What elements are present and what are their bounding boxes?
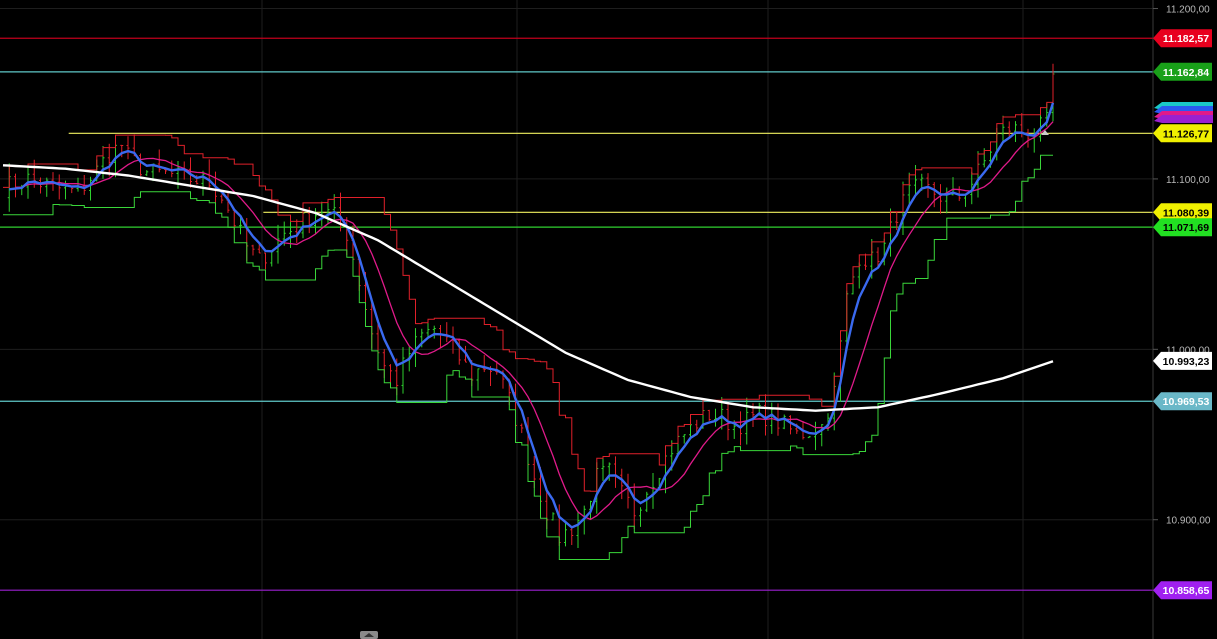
y-tick-label: 11.100,00 xyxy=(1166,175,1210,186)
price-tag-label: 10.993,23 xyxy=(1163,356,1210,368)
price-tag[interactable]: 11.071,69 xyxy=(1153,218,1212,236)
price-chart[interactable]: 11.200,0011.100,0011.000,0010.900,00 11.… xyxy=(0,0,1217,639)
price-tag-label: 10.858,65 xyxy=(1163,585,1210,597)
price-tag[interactable]: 11.182,57 xyxy=(1153,29,1212,47)
price-tag-label: 11.126,77 xyxy=(1163,128,1209,140)
price-tag-label: 11.182,57 xyxy=(1163,33,1209,45)
price-tag-label: 11.162,84 xyxy=(1163,67,1209,79)
price-tag[interactable]: 10.993,23 xyxy=(1153,352,1212,370)
price-tag-label: 11.071,69 xyxy=(1163,222,1209,234)
price-tag[interactable]: 10.969,53 xyxy=(1153,392,1212,410)
price-tag-label: 10.969,53 xyxy=(1163,396,1210,408)
y-tick-label: 11.200,00 xyxy=(1166,5,1210,16)
indicator-marker xyxy=(1154,115,1213,123)
price-tag-label: 11.080,39 xyxy=(1163,207,1209,219)
y-tick-label: 10.900,00 xyxy=(1166,516,1211,527)
price-tag[interactable]: 11.162,84 xyxy=(1153,63,1212,81)
price-tag[interactable]: 11.126,77 xyxy=(1153,124,1212,142)
price-tag[interactable]: 10.858,65 xyxy=(1153,581,1212,599)
chart-background xyxy=(0,0,1217,639)
scroll-handle[interactable] xyxy=(360,631,378,639)
